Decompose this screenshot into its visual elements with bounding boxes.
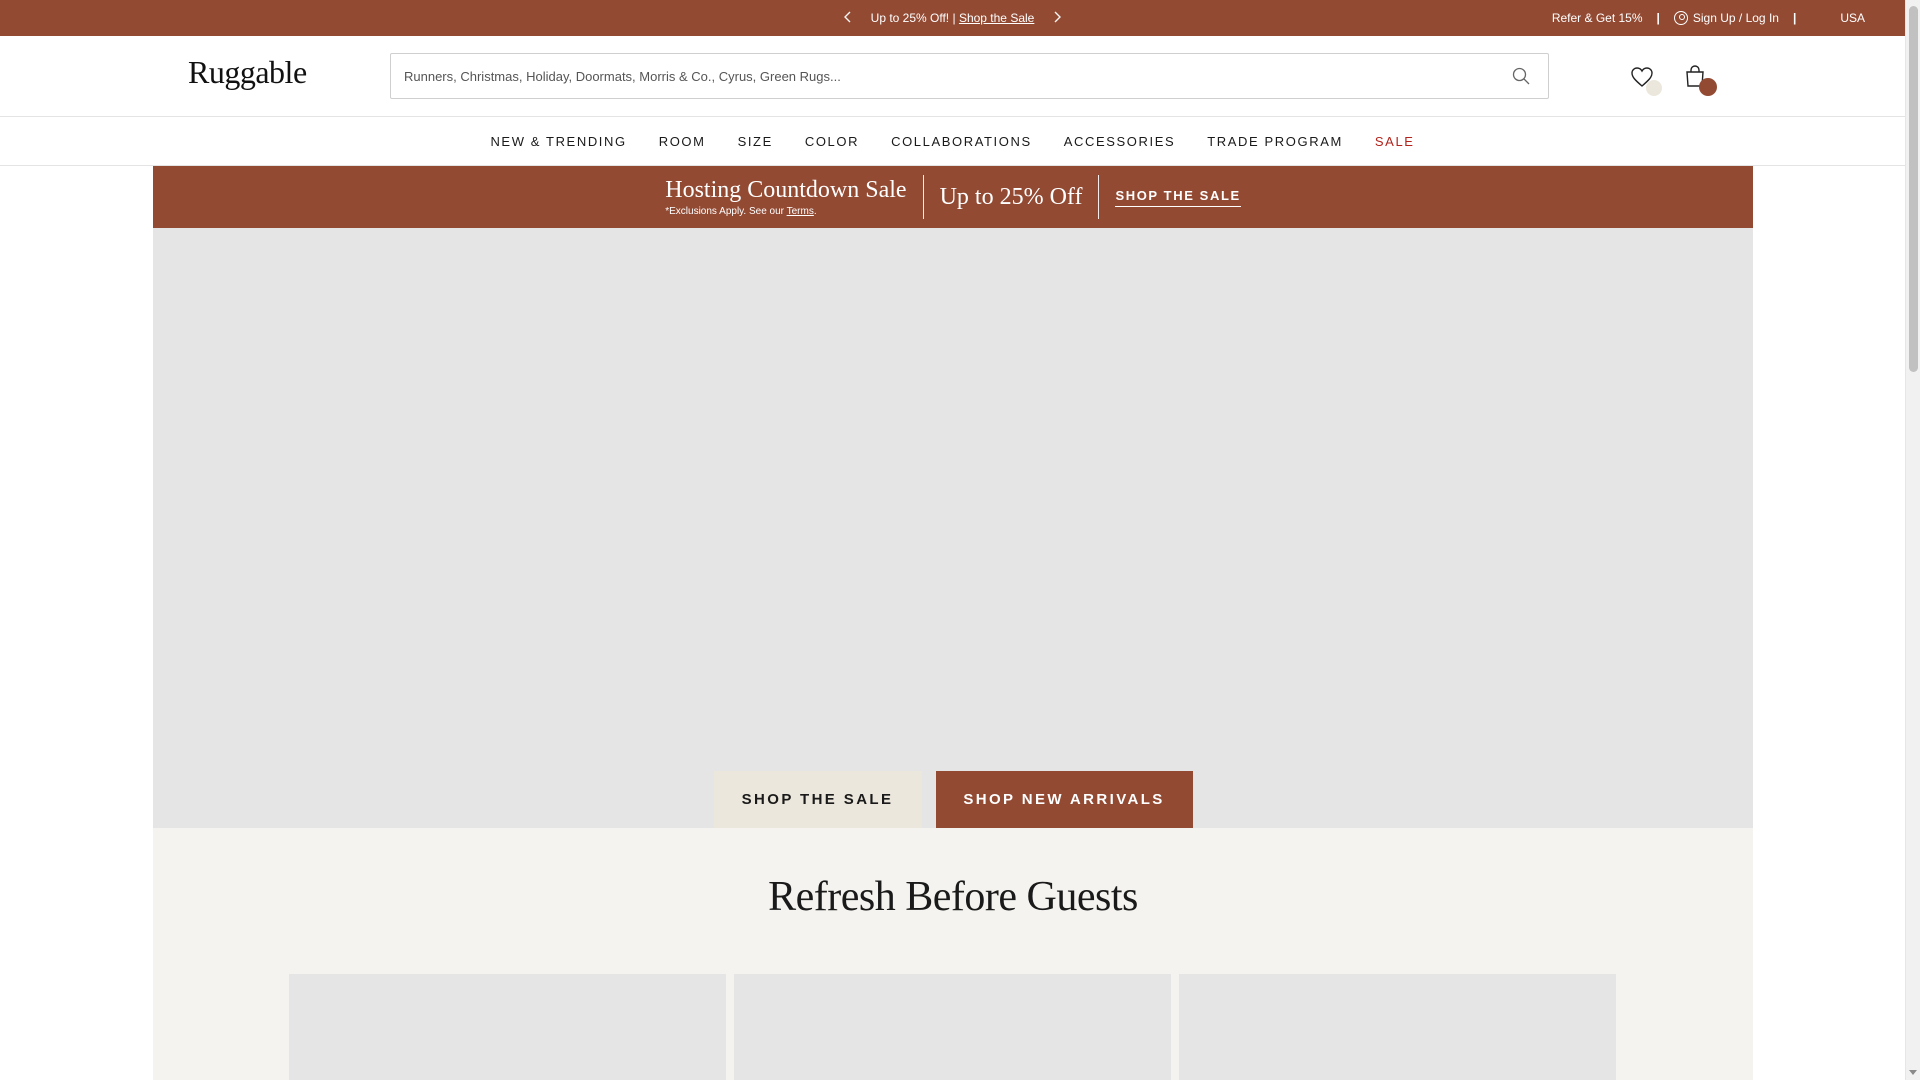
- nav-accessories[interactable]: ACCESSORIES: [1064, 134, 1176, 149]
- shop-new-arrivals-button[interactable]: SHOP NEW ARRIVALS: [935, 771, 1193, 828]
- divider: [1098, 175, 1100, 219]
- refer-link[interactable]: Refer & Get 15%: [1552, 11, 1643, 25]
- nav-new-trending[interactable]: NEW & TRENDING: [490, 134, 626, 149]
- search-input[interactable]: [391, 54, 1548, 98]
- cart-button[interactable]: [1684, 64, 1717, 96]
- nav-sale[interactable]: SALE: [1375, 134, 1415, 149]
- scroll-down-arrow[interactable]: [1909, 1070, 1917, 1075]
- product-card[interactable]: [1179, 974, 1616, 1080]
- hero-buttons: SHOP THE SALE SHOP NEW ARRIVALS: [153, 771, 1753, 828]
- note-period: .: [813, 206, 817, 217]
- account-links: Refer & Get 15% | Sign Up / Log In | USA: [1552, 0, 1865, 36]
- product-card[interactable]: [289, 974, 726, 1080]
- exclusions-text: *Exclusions Apply. See our: [665, 206, 787, 217]
- section-title: Refresh Before Guests: [768, 874, 1138, 920]
- shop-the-sale-link[interactable]: SHOP THE SALE: [1115, 188, 1241, 207]
- divider: [922, 175, 924, 219]
- promo-shop-link[interactable]: Shop the Sale: [959, 11, 1034, 25]
- nav-size[interactable]: SIZE: [738, 134, 773, 149]
- refresh-section: Refresh Before Guests: [153, 828, 1753, 1080]
- chevron-left-icon[interactable]: [843, 10, 853, 26]
- cart-badge: [1699, 78, 1717, 96]
- search-bar[interactable]: [390, 53, 1549, 99]
- chevron-right-icon[interactable]: [1052, 10, 1062, 26]
- hero-image: SHOP THE SALE SHOP NEW ARRIVALS: [153, 228, 1753, 828]
- separator: |: [1656, 11, 1660, 25]
- country-selector[interactable]: USA: [1840, 11, 1865, 25]
- nav-room[interactable]: ROOM: [659, 134, 706, 149]
- signup-label: Sign Up / Log In: [1692, 11, 1779, 25]
- user-icon: [1673, 11, 1688, 25]
- shop-the-sale-button[interactable]: SHOP THE SALE: [713, 771, 922, 828]
- search-icon[interactable]: [1512, 67, 1530, 85]
- nav-trade-program[interactable]: TRADE PROGRAM: [1207, 134, 1343, 149]
- exclusions-note: *Exclusions Apply. See our Terms.: [665, 206, 906, 217]
- promo-message: Up to 25% Off! | Shop the Sale: [871, 11, 1035, 25]
- terms-link[interactable]: Terms: [787, 206, 814, 217]
- top-promo-bar: Up to 25% Off! | Shop the Sale Refer & G…: [0, 0, 1905, 36]
- promo-text: Up to 25% Off! |: [870, 11, 959, 25]
- main-nav: NEW & TRENDING ROOM SIZE COLOR COLLABORA…: [0, 117, 1905, 166]
- product-card[interactable]: [734, 974, 1171, 1080]
- nav-collaborations[interactable]: COLLABORATIONS: [891, 134, 1032, 149]
- separator: |: [1792, 11, 1797, 25]
- site-header: Ruggable: [0, 36, 1905, 117]
- signup-login-link[interactable]: Sign Up / Log In: [1673, 11, 1779, 25]
- heart-icon: [1631, 67, 1653, 87]
- nav-color[interactable]: COLOR: [805, 134, 859, 149]
- ruggable-logo[interactable]: Ruggable: [188, 54, 307, 91]
- sale-banner: Hosting Countdown Sale *Exclusions Apply…: [153, 166, 1753, 228]
- wishlist-button[interactable]: [1630, 66, 1662, 96]
- sale-offer: Up to 25% Off: [939, 183, 1083, 210]
- page-scrollbar[interactable]: [1905, 0, 1920, 1080]
- scrollbar-thumb[interactable]: [1909, 6, 1918, 372]
- product-cards: [289, 974, 1616, 1080]
- sale-title: Hosting Countdown Sale: [665, 177, 907, 203]
- sale-banner-text: Hosting Countdown Sale *Exclusions Apply…: [665, 177, 922, 217]
